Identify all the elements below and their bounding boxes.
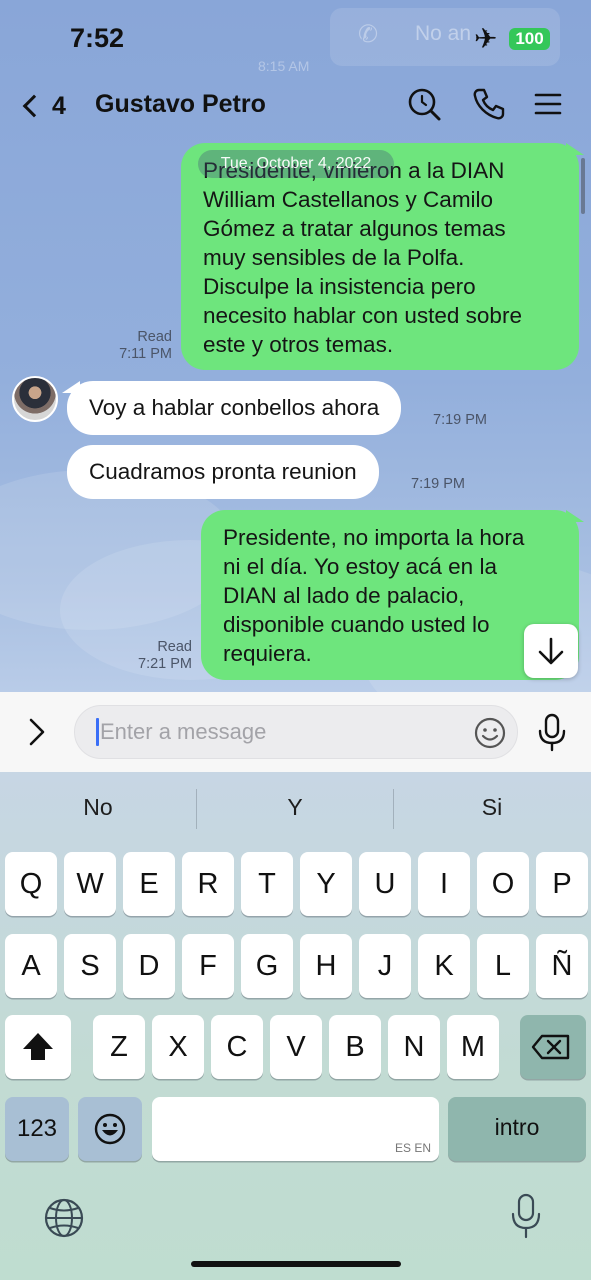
key[interactable]: Q (5, 852, 57, 916)
message-time: 7:11 PM (119, 346, 172, 362)
read-receipt: Read (137, 329, 172, 345)
battery-indicator: 100 (509, 28, 550, 50)
message-line: requiera. (223, 641, 312, 666)
incoming-message[interactable]: Voy a hablar conbellos ahora (67, 381, 402, 435)
space-key[interactable]: ES EN (152, 1097, 439, 1161)
message-line: disponible cuando usted lo (223, 612, 490, 637)
back-button[interactable]: 4 (20, 88, 72, 124)
search-icon[interactable] (406, 86, 442, 122)
key[interactable]: Z (93, 1015, 145, 1079)
scroll-to-bottom-button[interactable] (524, 624, 578, 678)
suggestion-2[interactable]: Y (197, 794, 393, 821)
key[interactable]: X (152, 1015, 204, 1079)
key[interactable]: Y (300, 852, 352, 916)
shift-arrow-icon (23, 1033, 53, 1060)
ghost-notification-time: 8:15 AM (258, 58, 310, 74)
key[interactable]: I (418, 852, 470, 916)
message-line: DIAN al lado de palacio, (223, 583, 465, 608)
emoji-icon (94, 1113, 126, 1145)
outgoing-message[interactable]: Presidente, no importa la hora ni el día… (201, 510, 579, 680)
message-line: Presidente, no importa la hora (223, 525, 525, 550)
key[interactable]: W (64, 852, 116, 916)
message-text: Cuadramos pronta reunion (89, 459, 357, 484)
shift-key[interactable] (5, 1015, 71, 1079)
unread-count: 4 (52, 91, 66, 120)
key[interactable]: B (329, 1015, 381, 1079)
incoming-message[interactable]: Cuadramos pronta reunion (67, 445, 379, 499)
bubble-tail (566, 143, 584, 155)
ghost-phone-icon: ✆ (358, 21, 379, 48)
backspace-icon (531, 1034, 570, 1060)
numbers-key[interactable]: 123 (5, 1097, 69, 1161)
key[interactable]: S (64, 934, 116, 998)
emoji-key[interactable] (78, 1097, 142, 1161)
bubble-tail (62, 381, 80, 393)
key[interactable]: L (477, 934, 529, 998)
home-indicator[interactable] (191, 1261, 401, 1267)
return-key[interactable]: intro (448, 1097, 586, 1161)
key[interactable]: V (270, 1015, 322, 1079)
chevron-right-icon[interactable] (20, 715, 54, 749)
key[interactable]: H (300, 934, 352, 998)
dictation-microphone-icon[interactable] (508, 1192, 544, 1240)
chat-title: Gustavo Petro (95, 90, 266, 118)
key[interactable]: D (123, 934, 175, 998)
arrow-down-icon (538, 637, 564, 665)
message-input-placeholder: Enter a message (100, 719, 267, 744)
message-meta: Read 7:21 PM (116, 639, 192, 673)
key[interactable]: M (447, 1015, 499, 1079)
key[interactable]: F (182, 934, 234, 998)
space-language-label: ES EN (394, 1141, 431, 1155)
message-time: 7:19 PM (411, 476, 465, 492)
message-line: ni el día. Yo estoy acá en la (223, 554, 497, 579)
message-meta: Read 7:11 PM (96, 329, 172, 363)
avatar[interactable] (12, 376, 58, 422)
message-time: 7:21 PM (138, 656, 192, 672)
suggestion-1[interactable]: No (0, 794, 196, 821)
chevron-left-icon (22, 94, 46, 118)
menu-icon[interactable] (530, 86, 566, 122)
date-separator: Tue, October 4, 2022 (198, 150, 394, 178)
key[interactable]: K (418, 934, 470, 998)
airplane-mode-icon: ✈ (474, 23, 498, 54)
status-time: 7:52 (70, 23, 125, 53)
key[interactable]: A (5, 934, 57, 998)
read-receipt: Read (157, 639, 192, 655)
phone-icon[interactable] (470, 86, 506, 122)
message-line: Disculpe la insistencia pero (203, 274, 476, 299)
ghost-notification-text: No an (415, 22, 472, 45)
key[interactable]: N (388, 1015, 440, 1079)
microphone-icon[interactable] (535, 712, 569, 752)
chat-scrollbar[interactable] (581, 158, 585, 214)
suggestion-3[interactable]: Si (394, 794, 590, 821)
emoji-icon[interactable] (473, 716, 507, 750)
message-text: Voy a hablar conbellos ahora (89, 395, 380, 420)
key[interactable]: E (123, 852, 175, 916)
key[interactable]: P (536, 852, 588, 916)
message-line: necesito hablar con usted sobre (203, 303, 522, 328)
backspace-key[interactable] (520, 1015, 586, 1079)
message-time: 7:19 PM (433, 412, 487, 428)
message-line: Gómez a tratar algunos temas (203, 216, 506, 241)
key[interactable]: C (211, 1015, 263, 1079)
key[interactable]: R (182, 852, 234, 916)
key[interactable]: Ñ (536, 934, 588, 998)
text-caret (96, 718, 99, 746)
key[interactable]: T (241, 852, 293, 916)
key[interactable]: G (241, 934, 293, 998)
key[interactable]: J (359, 934, 411, 998)
bubble-tail (566, 510, 584, 522)
message-line: William Castellanos y Camilo (203, 187, 494, 212)
key[interactable]: O (477, 852, 529, 916)
globe-icon[interactable] (42, 1196, 86, 1240)
message-line: este y otros temas. (203, 332, 394, 357)
key[interactable]: U (359, 852, 411, 916)
message-line: muy sensibles de la Polfa. (203, 245, 465, 270)
